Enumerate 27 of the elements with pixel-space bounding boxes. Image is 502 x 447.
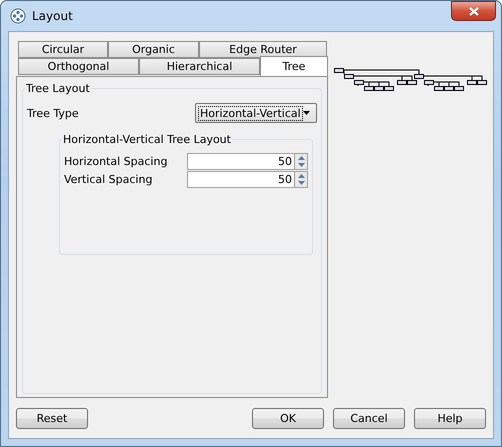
field-label: Vertical Spacing <box>64 172 152 186</box>
reset-button[interactable]: Reset <box>16 408 88 429</box>
spin-button[interactable] <box>294 152 308 170</box>
window-title: Layout <box>32 9 73 23</box>
tab[interactable]: Organic <box>108 41 199 58</box>
spacing-field[interactable]: 50 <box>187 170 294 188</box>
tab[interactable]: Circular <box>18 41 108 58</box>
spinner-arrows-icon <box>298 156 304 166</box>
group-title: Horizontal-Vertical Tree Layout <box>62 133 232 146</box>
app-icon <box>10 8 26 24</box>
close-button[interactable] <box>451 1 496 21</box>
group-title: Tree Layout <box>25 82 91 95</box>
spacing-field[interactable]: 50 <box>187 152 294 170</box>
tab[interactable]: Orthogonal <box>18 58 139 75</box>
tab[interactable]: Tree <box>260 56 328 76</box>
dialog-button[interactable]: Help <box>414 408 486 429</box>
tree-type-dropdown[interactable]: Horizontal-Vertical <box>195 103 317 123</box>
dialog-button[interactable]: OK <box>252 408 324 429</box>
tab[interactable]: Edge Router <box>199 41 327 58</box>
tab[interactable]: Hierarchical <box>139 58 260 75</box>
spin-button[interactable] <box>294 170 308 188</box>
close-icon <box>468 6 478 16</box>
field-label: Horizontal Spacing <box>64 154 168 168</box>
field-label: Tree Type <box>27 106 79 120</box>
dialog-button[interactable]: Cancel <box>333 408 405 429</box>
spinner-arrows-icon <box>298 174 304 184</box>
caret-icon <box>303 111 310 115</box>
